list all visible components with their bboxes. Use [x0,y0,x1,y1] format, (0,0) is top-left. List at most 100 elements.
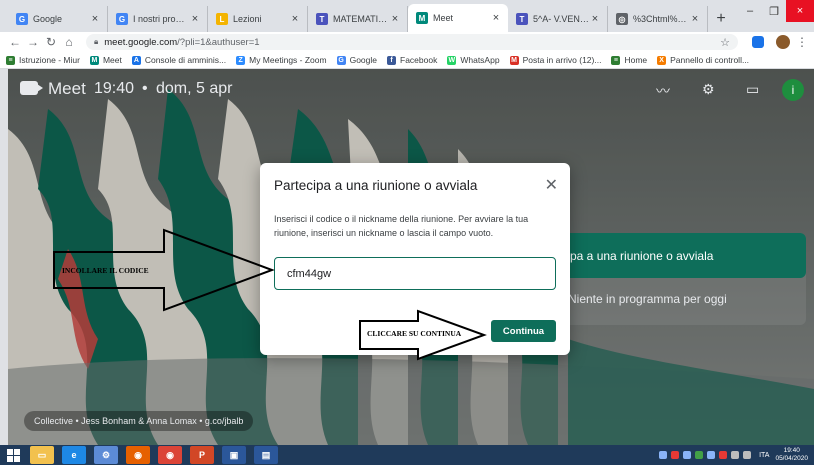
tab-prodotti[interactable]: G I nostri prodotti - G × [108,6,208,32]
tray-icon[interactable] [719,451,728,459]
maximize-icon[interactable]: ❐ [762,0,786,22]
lock-icon[interactable]: 🔒︎ [94,37,98,47]
miur-icon: ≡ [6,55,15,65]
more-vert-icon[interactable]: ⋮ [796,35,808,49]
tab-meet[interactable]: M Meet × [408,4,508,32]
meet-time: 19:40 [94,80,135,97]
home-icon[interactable]: ⌂ [60,35,78,49]
bookmark-label: Google [349,55,377,65]
bookmark-gmail[interactable]: M Posta in arrivo (12)... [509,55,602,65]
bookmark-home[interactable]: ≡ Home [611,55,647,65]
account-avatar[interactable]: i [782,79,804,101]
lezioni-icon: L [216,13,228,25]
tab-google[interactable]: G Google × [8,6,108,32]
bookmark-zoom[interactable]: Z My Meetings - Zoom [236,55,327,65]
new-tab-icon[interactable]: + [708,6,734,32]
trending-icon[interactable]: 〰 [656,81,670,101]
panel-icon: X [657,55,667,65]
bookmark-google[interactable]: G Google [336,55,377,65]
facebook-icon: f [387,55,396,65]
bookmark-whatsapp[interactable]: W WhatsApp [447,55,500,65]
tab-close-icon[interactable]: × [289,13,301,25]
tab-close-icon[interactable]: × [89,13,101,25]
google-icon: G [336,55,346,65]
meeting-code-input[interactable] [274,257,556,290]
close-icon[interactable]: ✕ [545,175,558,195]
network-icon[interactable] [743,451,752,459]
file-explorer-icon[interactable]: ▭ [30,446,54,464]
language-indicator[interactable]: ITA [759,452,769,459]
tab-title: Meet [433,13,454,23]
tab-title: %3Chtml%3E%3C [633,14,689,24]
app-blue-2-icon[interactable]: ▤ [254,446,278,464]
windows-logo-icon [6,448,20,462]
settings-app-icon[interactable]: ⚙ [94,446,118,464]
window-close-icon[interactable]: × [786,0,814,22]
tab-title: 5^A- V.VENETO A [533,14,589,24]
meet-icon: M [416,12,428,24]
back-icon[interactable]: ← [6,35,24,49]
tab-lezioni[interactable]: L Lezioni × [208,6,308,32]
dialog-description: Inserisci il codice o il nickname della … [274,214,529,238]
reload-icon[interactable]: ↻ [42,35,60,49]
app-blue-icon[interactable]: ▣ [222,446,246,464]
bookmark-label: Posta in arrivo (12)... [522,55,602,65]
bookmarks-bar: ≡ Istruzione - Miur M Meet A Console di amm… [0,52,814,69]
window-controls: – ❐ × [738,0,814,22]
feedback-icon[interactable]: ▭ [746,81,759,98]
bookmark-pannello[interactable]: X Pannello di controll... [657,55,749,65]
url-host: meet.google.com [104,36,178,48]
bookmark-label: WhatsApp [460,55,500,65]
bookmark-meet[interactable]: M Meet [89,55,122,65]
tray-icon[interactable] [671,451,680,459]
bookmark-star-icon[interactable]: ☆ [720,36,730,49]
bookmark-facebook[interactable]: f Facebook [387,55,437,65]
forward-icon[interactable]: → [24,35,42,49]
bookmark-console[interactable]: A Console di amminis... [131,55,226,65]
tray-icon[interactable] [659,451,668,459]
bookmark-label: Facebook [400,55,438,65]
bookmark-label: My Meetings - Zoom [249,55,327,65]
powerpoint-icon[interactable]: P [190,446,214,464]
tab-close-icon[interactable]: × [189,13,201,25]
tab-veneto[interactable]: T 5^A- V.VENETO A × [508,6,608,32]
whatsapp-icon: W [447,55,457,65]
teams-icon: T [516,13,528,25]
meet-brand: Meet [48,79,86,98]
clock-date: 05/04/2020 [775,455,808,462]
globe-icon: ◎ [616,13,628,25]
chrome-icon[interactable]: ◉ [158,446,182,464]
tab-close-icon[interactable]: × [490,12,502,24]
url-path: /?pli=1&authuser=1 [177,36,260,48]
zoom-icon: Z [236,55,246,65]
join-or-start-button[interactable]: pa a una riunione o avviala [560,233,806,278]
tray-icon[interactable] [707,451,716,459]
continue-button[interactable]: Continua [491,320,556,342]
settings-gear-icon[interactable]: ⚙ [702,81,715,98]
edge-icon[interactable]: e [62,446,86,464]
tab-close-icon[interactable]: × [689,13,701,25]
volume-icon[interactable] [731,451,740,459]
tab-close-icon[interactable]: × [589,13,601,25]
tab-close-icon[interactable]: × [389,13,401,25]
minimize-icon[interactable]: – [738,0,762,22]
start-button[interactable] [0,445,26,465]
system-clock[interactable]: 19:40 05/04/2020 [775,447,808,463]
tray-icon[interactable] [695,451,704,459]
bookmark-label: Istruzione - Miur [19,55,80,65]
meet-separator: • [142,80,148,97]
extension-shield-icon[interactable] [752,36,764,48]
tray-icon[interactable] [683,451,692,459]
tab-html[interactable]: ◎ %3Chtml%3E%3C × [608,6,708,32]
system-tray: ITA 19:40 05/04/2020 [657,447,814,463]
tab-matematica[interactable]: T MATEMATICA 1^A × [308,6,408,32]
bookmark-label: Meet [102,55,122,65]
tab-title: MATEMATICA 1^A [333,14,389,24]
teams-icon: T [316,13,328,25]
address-bar[interactable]: 🔒︎ meet.google.com /?pli=1&authuser=1 ☆ [86,34,738,50]
bookmark-miur[interactable]: ≡ Istruzione - Miur [6,55,80,65]
artwork-credits[interactable]: Collective • Jess Bonham & Anna Lomax • … [24,411,254,431]
meet-date: dom, 5 apr [156,80,233,97]
firefox-icon[interactable]: ◉ [126,446,150,464]
profile-avatar[interactable] [776,35,790,49]
